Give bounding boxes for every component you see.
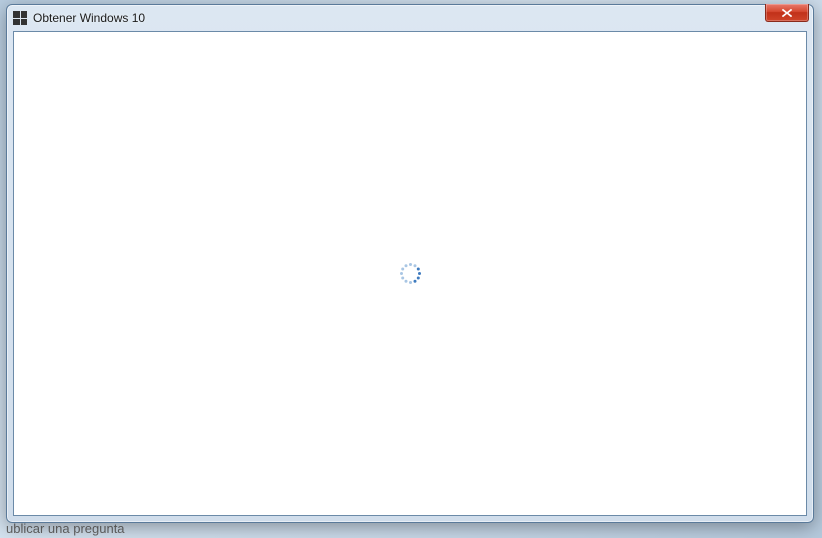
content-area (13, 31, 807, 516)
windows-logo-icon (13, 11, 27, 25)
titlebar[interactable]: Obtener Windows 10 (7, 5, 813, 31)
close-button[interactable] (765, 4, 809, 22)
background-peek-text: ublicar una pregunta (6, 521, 125, 536)
window-title: Obtener Windows 10 (33, 11, 809, 25)
loading-spinner-icon (398, 262, 422, 286)
dialog-window: Obtener Windows 10 (6, 4, 814, 523)
close-icon (781, 8, 793, 18)
